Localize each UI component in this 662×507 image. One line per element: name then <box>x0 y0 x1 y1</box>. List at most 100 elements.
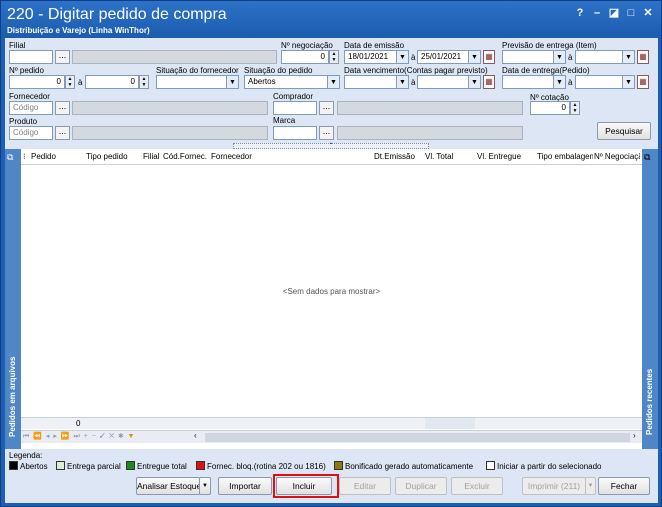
data-vencimento-sep: à <box>411 78 416 87</box>
chevron-down-icon[interactable]: ▼ <box>622 51 634 63</box>
data-emissao-from[interactable]: 18/01/2021 ▼ <box>344 50 409 64</box>
chevron-down-icon[interactable]: ▼ <box>468 51 480 63</box>
col-tipo-pedido[interactable]: Tipo pedido <box>86 152 128 166</box>
produto-placeholder: Código <box>13 128 39 137</box>
situacao-pedido-value: Abertos <box>248 77 276 86</box>
data-emissao-to-value: 25/01/2021 <box>421 52 462 61</box>
navigator-buttons[interactable]: ⏮ ⏪ ◂ ▸ ⏩ ⏭ + − ✓ ✕ ✱ ▼ <box>23 432 135 441</box>
chevron-down-icon[interactable]: ▼ <box>396 76 408 88</box>
fechar-button[interactable]: Fechar <box>598 477 650 495</box>
produto-code-input[interactable]: Código <box>9 126 53 140</box>
col-vl-entregue[interactable]: Vl. Entregue <box>477 152 521 166</box>
filial-lookup-button[interactable]: ... <box>55 50 70 64</box>
data-entrega-to[interactable]: ▼ <box>575 75 635 89</box>
col-fornecedor[interactable]: Fornecedor <box>211 152 252 166</box>
analisar-dropdown-icon[interactable]: ▼ <box>199 477 211 495</box>
fornecedor-code-input[interactable]: Código <box>9 101 53 115</box>
col-num-negociacao[interactable]: Nº Negociação <box>594 152 640 166</box>
pesquisar-button[interactable]: Pesquisar <box>597 122 651 140</box>
record-count: 0 <box>76 419 81 428</box>
chevron-down-icon[interactable]: ▼ <box>327 76 339 88</box>
previsao-entrega-from[interactable]: ▼ <box>502 50 566 64</box>
excluir-button[interactable]: Excluir <box>451 477 503 495</box>
scroll-right-icon[interactable]: › <box>633 431 636 440</box>
calendar-icon[interactable]: ▦ <box>637 50 649 64</box>
scroll-left-icon[interactable]: ‹ <box>194 431 197 440</box>
col-filial[interactable]: Filial <box>143 152 159 166</box>
fornecedor-label: Fornecedor <box>9 92 50 101</box>
num-pedido-to[interactable]: 0 <box>85 75 139 89</box>
chevron-down-icon[interactable]: ▼ <box>553 51 565 63</box>
restore-button[interactable]: ◪ <box>607 6 621 20</box>
editar-button[interactable]: Editar <box>339 477 391 495</box>
previsao-entrega-to[interactable]: ▼ <box>575 50 635 64</box>
data-entrega-from[interactable]: ▼ <box>502 75 566 89</box>
comprador-code-input[interactable] <box>273 101 317 115</box>
col-vl-total[interactable]: Vl. Total <box>425 152 453 166</box>
legend-item-bonificado: Bonificado gerado automaticamente <box>334 461 473 471</box>
comprador-label: Comprador <box>273 92 314 101</box>
calendar-icon[interactable]: ▦ <box>483 50 495 64</box>
situacao-fornecedor-select[interactable]: ▼ <box>156 75 239 89</box>
data-vencimento-label: Data vencimento(Contas pagar previsto) <box>344 66 488 75</box>
marca-code-input[interactable] <box>273 126 317 140</box>
pedidos-arquivos-label: Pedidos em arquivos <box>8 356 17 437</box>
produto-label: Produto <box>9 117 38 126</box>
comprador-lookup-button[interactable]: ... <box>319 101 334 115</box>
chevron-down-icon[interactable]: ▼ <box>396 51 408 63</box>
chevron-down-icon[interactable]: ▼ <box>622 76 634 88</box>
column-chooser-icon[interactable]: ⁝ <box>23 152 26 161</box>
col-cod-fornec[interactable]: Cód.Fornec. <box>163 152 207 166</box>
calendar-icon[interactable]: ▦ <box>637 75 649 89</box>
help-button[interactable]: ? <box>573 6 587 20</box>
legend-item-fornec-bloq: Fornec. bloq.(rotina 202 ou 1816) <box>196 461 326 471</box>
content-area: Filial ... Nº negociação 0 ▲ ▼ Data de em… <box>5 38 658 503</box>
duplicar-button[interactable]: Duplicar <box>395 477 447 495</box>
legend-item-entregue-total: Entregue total <box>126 461 187 471</box>
chevron-down-icon[interactable]: ▼ <box>226 76 238 88</box>
num-pedido-to-spinner[interactable]: ▲ ▼ <box>139 75 149 89</box>
pedidos-recentes-panel[interactable]: ⧉ Pedidos recentes <box>642 149 658 449</box>
produto-lookup-button[interactable]: ... <box>55 126 70 140</box>
col-pedido[interactable]: Pedido <box>31 152 56 166</box>
pedidos-arquivos-panel[interactable]: ⧉ Pedidos em arquivos <box>5 149 21 449</box>
close-button[interactable]: ✕ <box>641 6 655 20</box>
data-vencimento-to[interactable]: ▼ <box>417 75 481 89</box>
cotacao-input[interactable]: 0 <box>530 101 570 115</box>
maximize-button[interactable]: □ <box>624 6 638 20</box>
panel-icon: ⧉ <box>644 152 651 162</box>
horizontal-scrollbar[interactable] <box>205 433 630 442</box>
cotacao-spinner[interactable]: ▲ ▼ <box>570 101 580 115</box>
grid-header: ⁝ Pedido Tipo pedido Filial Cód.Fornec. … <box>21 149 642 165</box>
data-vencimento-from[interactable]: ▼ <box>344 75 409 89</box>
importar-button[interactable]: Importar <box>218 477 272 495</box>
filter-icon[interactable]: ▼ <box>127 433 135 440</box>
chevron-down-icon[interactable]: ▼ <box>468 76 480 88</box>
col-dt-emissao[interactable]: Dt.Emissão <box>374 152 415 166</box>
minimize-button[interactable]: – <box>590 6 604 20</box>
negociacao-input[interactable]: 0 <box>281 50 329 64</box>
filial-code-input[interactable] <box>9 50 53 64</box>
negociacao-spinner[interactable]: ▲ ▼ <box>329 50 339 64</box>
orders-grid: ⧉ Pedidos em arquivos ⧉ Pedidos recentes… <box>5 149 658 449</box>
produto-name-field <box>72 126 268 140</box>
window-subtitle: Distribuição e Varejo (Linha WinThor) <box>7 26 150 35</box>
col-tipo-embalagem[interactable]: Tipo embalagem <box>537 152 593 166</box>
fornecedor-lookup-button[interactable]: ... <box>55 101 70 115</box>
num-pedido-from[interactable]: 0 <box>9 75 65 89</box>
legend-swatch <box>334 461 343 470</box>
imprimir-button[interactable]: Imprimir (211) <box>522 477 586 495</box>
imprimir-dropdown-icon[interactable]: ▼ <box>585 477 596 495</box>
incluir-highlight <box>273 474 339 498</box>
marca-lookup-button[interactable]: ... <box>319 126 334 140</box>
calendar-icon[interactable]: ▦ <box>483 75 495 89</box>
iniciar-selecionado-checkbox[interactable]: Iniciar a partir do selecionado <box>486 461 602 471</box>
analisar-estoque-button[interactable]: Analisar Estoque <box>136 477 201 495</box>
legend-swatch <box>196 461 205 470</box>
num-pedido-from-spinner[interactable]: ▲ ▼ <box>65 75 75 89</box>
window-title: 220 - Digitar pedido de compra <box>7 6 227 23</box>
checkbox-box[interactable] <box>486 461 495 470</box>
situacao-pedido-select[interactable]: Abertos ▼ <box>244 75 340 89</box>
chevron-down-icon[interactable]: ▼ <box>553 76 565 88</box>
data-emissao-to[interactable]: 25/01/2021 ▼ <box>417 50 481 64</box>
